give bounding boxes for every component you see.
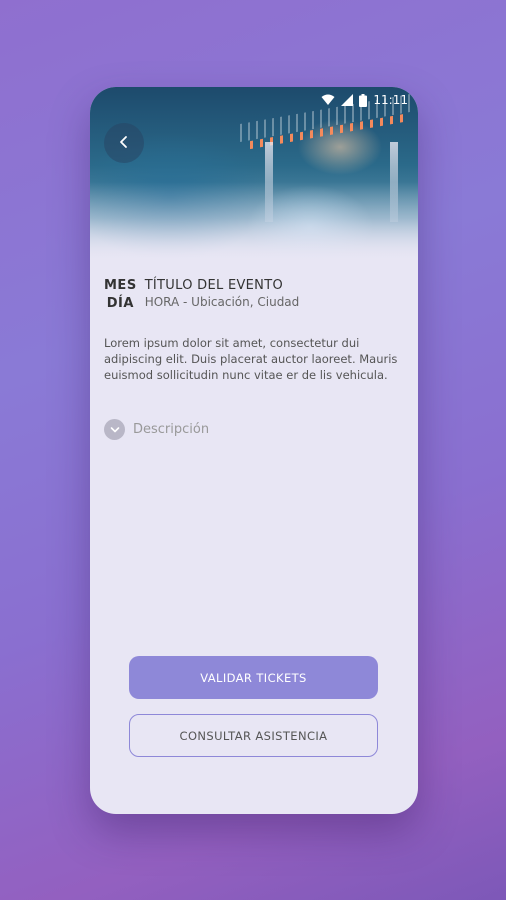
status-bar: 11:11 bbox=[321, 91, 408, 109]
event-month: MES bbox=[104, 278, 137, 293]
event-titles: TÍTULO DEL EVENTO HORA - Ubicación, Ciud… bbox=[145, 277, 300, 313]
chevron-left-icon bbox=[118, 134, 130, 153]
event-date: MES DÍA bbox=[104, 277, 137, 313]
event-day: DÍA bbox=[106, 296, 134, 311]
status-time: 11:11 bbox=[373, 93, 408, 107]
chevron-down-icon bbox=[104, 419, 125, 440]
description-toggle[interactable]: Descripción bbox=[104, 419, 209, 440]
event-header: MES DÍA TÍTULO DEL EVENTO HORA - Ubicaci… bbox=[104, 277, 404, 313]
wifi-icon bbox=[321, 94, 335, 106]
event-description: Lorem ipsum dolor sit amet, consectetur … bbox=[104, 336, 398, 382]
battery-icon bbox=[359, 93, 368, 107]
back-button[interactable] bbox=[104, 123, 144, 163]
event-cover-image bbox=[90, 87, 418, 262]
signal-icon bbox=[341, 94, 354, 106]
validate-tickets-button[interactable]: VALIDAR TICKETS bbox=[129, 656, 378, 699]
phone-screen: 11:11 MES DÍA TÍTULO DEL EVENTO HORA - U… bbox=[90, 87, 418, 814]
description-toggle-label: Descripción bbox=[133, 422, 210, 437]
check-attendance-button[interactable]: CONSULTAR ASISTENCIA bbox=[129, 714, 378, 757]
event-title: TÍTULO DEL EVENTO bbox=[144, 278, 283, 293]
event-subtitle: HORA - Ubicación, Ciudad bbox=[144, 295, 300, 309]
